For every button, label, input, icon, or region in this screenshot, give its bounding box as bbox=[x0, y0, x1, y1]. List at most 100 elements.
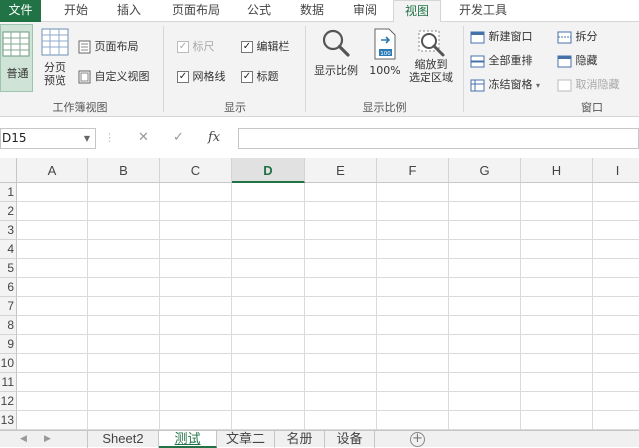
unhide-icon bbox=[557, 79, 572, 91]
page-layout-label: 页面布局 bbox=[94, 40, 139, 53]
split-button[interactable]: 拆分 bbox=[557, 28, 598, 44]
row-gridline bbox=[17, 410, 639, 411]
headings-checkbox[interactable]: ✓ 标题 bbox=[241, 68, 279, 84]
workbook-views-group-label: 工作簿视图 bbox=[52, 101, 108, 114]
headings-check-icon: ✓ bbox=[241, 71, 253, 83]
column-header-f[interactable]: F bbox=[377, 158, 449, 183]
zoom-to-selection-button[interactable]: 缩放到 选定区域 bbox=[405, 28, 457, 96]
unhide-button[interactable]: 取消隐藏 bbox=[557, 76, 620, 92]
tab-data[interactable]: 数据 bbox=[290, 0, 334, 22]
row-header-4[interactable]: 4 bbox=[0, 240, 17, 259]
row-header-11[interactable]: 11 bbox=[0, 373, 17, 392]
row-header-3[interactable]: 3 bbox=[0, 221, 17, 240]
page-layout-view-button[interactable]: 页面布局 bbox=[78, 38, 139, 54]
insert-function-icon[interactable]: fx bbox=[208, 128, 220, 149]
column-header-c[interactable]: C bbox=[160, 158, 232, 183]
row-gridline bbox=[17, 372, 639, 373]
tab-review[interactable]: 审阅 bbox=[343, 0, 387, 22]
zoom-100-icon: 100 bbox=[374, 28, 396, 60]
zoom-selection-label-2: 选定区域 bbox=[409, 71, 453, 84]
formula-bar-check-icon: ✓ bbox=[241, 41, 253, 53]
column-header-a[interactable]: A bbox=[17, 158, 88, 183]
column-header-i[interactable]: I bbox=[593, 158, 639, 183]
custom-views-button[interactable]: 自定义视图 bbox=[78, 68, 150, 84]
tab-home[interactable]: 开始 bbox=[52, 0, 100, 22]
magnifier-icon bbox=[322, 29, 350, 57]
row-header-1[interactable]: 1 bbox=[0, 183, 17, 202]
gridlines-checkbox[interactable]: ✓ 网格线 bbox=[177, 68, 226, 84]
sheet-tab-test[interactable]: 测试 bbox=[159, 431, 217, 448]
new-window-button[interactable]: 新建窗口 bbox=[470, 28, 533, 44]
row-gridline bbox=[17, 315, 639, 316]
sheet-tab-article2[interactable]: 文章二 bbox=[217, 431, 275, 448]
row-header-10[interactable]: 10 bbox=[0, 354, 17, 373]
name-box[interactable]: D15 ▼ bbox=[0, 128, 96, 149]
row-header-5[interactable]: 5 bbox=[0, 259, 17, 278]
tab-view[interactable]: 视图 bbox=[393, 0, 441, 23]
gridlines-label: 网格线 bbox=[192, 70, 226, 83]
zoom-button[interactable]: 显示比例 bbox=[310, 28, 362, 92]
column-header-h[interactable]: H bbox=[521, 158, 593, 183]
tab-file[interactable]: 文件 bbox=[0, 0, 41, 22]
normal-view-button[interactable]: 普通 bbox=[0, 24, 33, 92]
tab-page-layout[interactable]: 页面布局 bbox=[160, 0, 232, 22]
prev-sheet-icon[interactable]: ◀ bbox=[20, 434, 27, 444]
arrange-all-button[interactable]: 全部重排 bbox=[470, 52, 533, 68]
show-group-label: 显示 bbox=[224, 101, 246, 114]
hide-label: 隐藏 bbox=[575, 54, 598, 67]
row-header-13[interactable]: 13 bbox=[0, 411, 17, 430]
hide-button[interactable]: 隐藏 bbox=[557, 52, 598, 68]
zoom-100-button[interactable]: 100 100% bbox=[365, 28, 405, 92]
sheet-tab-sheet2[interactable]: Sheet2 bbox=[87, 431, 159, 448]
page-break-preview-button[interactable]: 分页 预览 bbox=[38, 28, 72, 92]
row-header-7[interactable]: 7 bbox=[0, 297, 17, 316]
row-gridline bbox=[17, 239, 639, 240]
custom-views-label: 自定义视图 bbox=[94, 70, 150, 83]
column-header-e[interactable]: E bbox=[305, 158, 377, 183]
zoom-label: 显示比例 bbox=[314, 64, 358, 77]
worksheet-grid[interactable]: ABCDEFGHI 1 2 3 4 5 6 7 8 9 10 11 12 13 bbox=[0, 158, 639, 430]
cancel-icon[interactable]: ✕ bbox=[138, 128, 149, 149]
formula-bar-label: 编辑栏 bbox=[256, 40, 290, 53]
zoom-selection-icon bbox=[418, 30, 445, 57]
ruler-checkbox[interactable]: ✓ 标尺 bbox=[177, 38, 215, 54]
formula-bar-checkbox[interactable]: ✓ 编辑栏 bbox=[241, 38, 290, 54]
tab-developer[interactable]: 开发工具 bbox=[448, 0, 518, 22]
column-header-g[interactable]: G bbox=[449, 158, 521, 183]
row-header-9[interactable]: 9 bbox=[0, 335, 17, 354]
enter-icon[interactable]: ✓ bbox=[173, 128, 184, 149]
select-all-corner[interactable] bbox=[0, 158, 17, 183]
group-separator bbox=[463, 26, 464, 112]
row-header-12[interactable]: 12 bbox=[0, 392, 17, 411]
zoom-selection-label-1: 缩放到 bbox=[414, 58, 448, 71]
row-gridline bbox=[17, 201, 639, 202]
column-header-d[interactable]: D bbox=[232, 158, 305, 183]
row-gridline bbox=[17, 258, 639, 259]
freeze-panes-label: 冻结窗格 bbox=[488, 78, 533, 91]
page-break-label-2: 预览 bbox=[44, 74, 66, 87]
tab-insert[interactable]: 插入 bbox=[105, 0, 153, 22]
row-gridline bbox=[17, 353, 639, 354]
window-group-label: 窗口 bbox=[581, 101, 603, 114]
row-gridline bbox=[17, 334, 639, 335]
separator-dots-icon: ⋮ bbox=[104, 131, 115, 144]
zoom-group-label: 显示比例 bbox=[362, 101, 407, 114]
row-header-2[interactable]: 2 bbox=[0, 202, 17, 221]
arrange-all-icon bbox=[470, 55, 485, 67]
row-gridline bbox=[17, 296, 639, 297]
add-sheet-button[interactable]: + bbox=[410, 432, 425, 447]
next-sheet-icon[interactable]: ▶ bbox=[44, 434, 51, 444]
chevron-down-icon[interactable]: ▼ bbox=[84, 129, 90, 148]
column-header-b[interactable]: B bbox=[88, 158, 160, 183]
split-label: 拆分 bbox=[575, 30, 598, 43]
tab-formulas[interactable]: 公式 bbox=[237, 0, 281, 22]
formula-input[interactable] bbox=[238, 128, 639, 149]
sheet-tab-equipment[interactable]: 设备 bbox=[325, 431, 375, 448]
sheet-tab-roster[interactable]: 名册 bbox=[275, 431, 325, 448]
sheet-tab-bar: ◀ ▶ Sheet2 测试 文章二 名册 设备 + bbox=[0, 430, 639, 448]
zoom-100-label: 100% bbox=[369, 64, 401, 77]
freeze-panes-button[interactable]: 冻结窗格 ▾ bbox=[470, 76, 540, 92]
headings-label: 标题 bbox=[256, 70, 279, 83]
row-header-6[interactable]: 6 bbox=[0, 278, 17, 297]
row-header-8[interactable]: 8 bbox=[0, 316, 17, 335]
